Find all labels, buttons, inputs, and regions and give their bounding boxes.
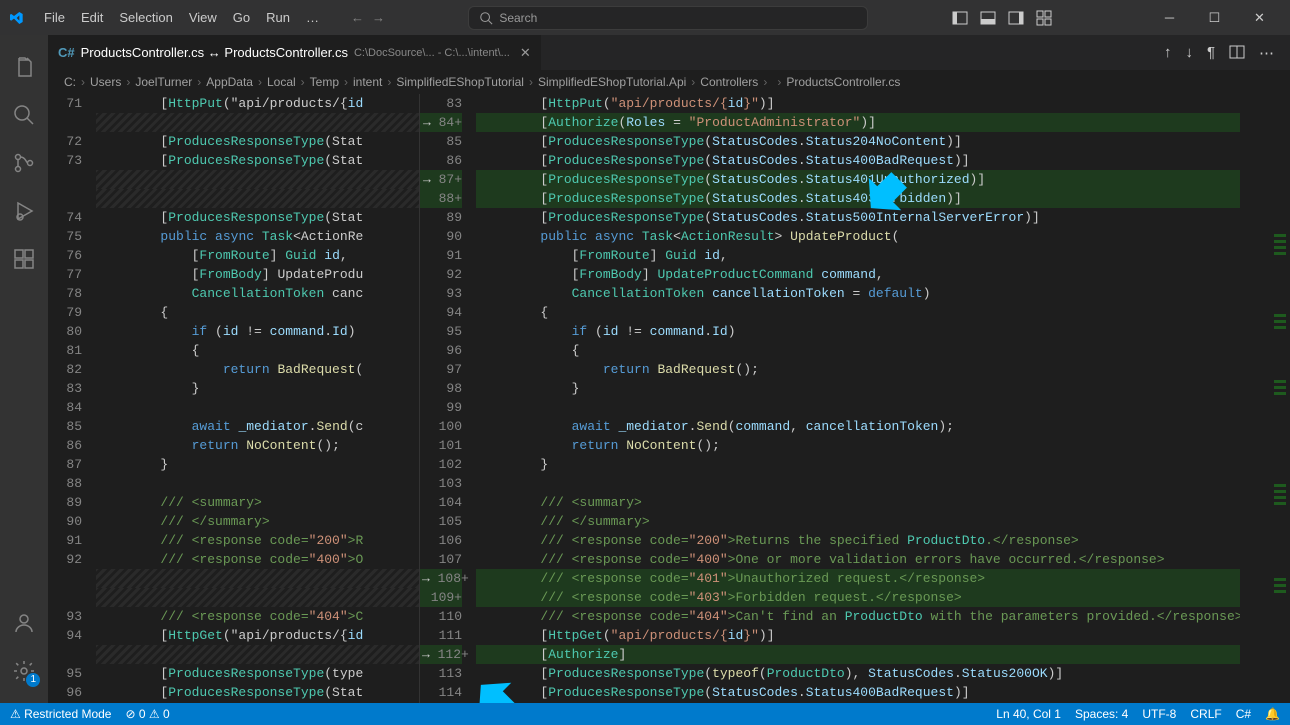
menu-…[interactable]: … [298, 6, 327, 29]
layout-icons [952, 10, 1052, 26]
layout-panel-bottom-icon[interactable] [980, 10, 996, 26]
next-change-icon[interactable]: ↓ [1185, 44, 1193, 62]
split-editor-icon[interactable] [1229, 44, 1245, 62]
whitespace-icon[interactable]: ¶ [1207, 44, 1215, 62]
tab-actions: ↑ ↓ ¶ ⋯ [1164, 44, 1290, 62]
code-right[interactable]: [HttpPut("api/products/{id}")] [Authoriz… [476, 94, 1240, 703]
accounts-icon[interactable] [0, 599, 48, 647]
search-activity-icon[interactable] [0, 91, 48, 139]
menu-run[interactable]: Run [258, 6, 298, 29]
window-controls: ─ ☐ ✕ [1147, 0, 1282, 35]
csharp-file-icon: C# [58, 45, 75, 60]
nav-back-icon[interactable]: ← [351, 10, 364, 25]
vscode-icon [8, 10, 24, 26]
indent-status[interactable]: Spaces: 4 [1075, 707, 1128, 721]
tab-close-icon[interactable]: ✕ [520, 45, 531, 61]
problems-count[interactable]: ⊘ 0 ⚠ 0 [125, 707, 169, 721]
explorer-icon[interactable] [0, 43, 48, 91]
statusbar: ⚠ Restricted Mode ⊘ 0 ⚠ 0 Ln 40, Col 1 S… [0, 703, 1290, 725]
breadcrumbs[interactable]: C:›Users›JoelTurner›AppData›Local›Temp›i… [48, 70, 1290, 94]
layout-sidebar-left-icon[interactable] [952, 10, 968, 26]
editor-split: 71 7273 74757677787980818283848586878889… [48, 94, 1290, 703]
activity-bottom: 1 [0, 599, 48, 695]
layout-customize-icon[interactable] [1036, 10, 1052, 26]
activity-bar: 1 [0, 35, 48, 703]
menu-file[interactable]: File [36, 6, 73, 29]
encoding-status[interactable]: UTF-8 [1142, 707, 1176, 721]
diff-left-pane[interactable]: 71 7273 74757677787980818283848586878889… [48, 94, 420, 703]
search-box[interactable]: Search [468, 6, 868, 30]
menu-view[interactable]: View [181, 6, 225, 29]
gutter-right: 83→ 84+8586→ 87+88+899091929394959697989… [420, 94, 476, 703]
tab-diff[interactable]: C# ProductsController.cs ↔ ProductsContr… [48, 35, 542, 70]
menu-go[interactable]: Go [225, 6, 258, 29]
minimap[interactable] [1240, 94, 1290, 703]
prev-change-icon[interactable]: ↑ [1164, 44, 1172, 62]
search-icon [479, 11, 493, 25]
tab-title: ProductsController.cs ↔ ProductsControll… [81, 45, 348, 60]
gutter-left: 71 7273 74757677787980818283848586878889… [48, 94, 96, 703]
close-button[interactable]: ✕ [1237, 0, 1282, 35]
source-control-icon[interactable] [0, 139, 48, 187]
menu-selection[interactable]: Selection [111, 6, 180, 29]
titlebar: FileEditSelectionViewGoRun… ← → Search ─… [0, 0, 1290, 35]
search-placeholder: Search [499, 11, 537, 25]
tab-bar: C# ProductsController.cs ↔ ProductsContr… [48, 35, 1290, 70]
editor-area: C# ProductsController.cs ↔ ProductsContr… [48, 35, 1290, 703]
notifications-icon[interactable]: 🔔 [1265, 707, 1280, 721]
menu-edit[interactable]: Edit [73, 6, 111, 29]
more-actions-icon[interactable]: ⋯ [1259, 44, 1274, 62]
minimize-button[interactable]: ─ [1147, 0, 1192, 35]
extensions-icon[interactable] [0, 235, 48, 283]
settings-icon[interactable]: 1 [0, 647, 48, 695]
nav-arrows: ← → [351, 10, 385, 25]
eol-status[interactable]: CRLF [1190, 707, 1221, 721]
diff-right-pane[interactable]: 83→ 84+8586→ 87+88+899091929394959697989… [420, 94, 1290, 703]
nav-forward-icon[interactable]: → [372, 10, 385, 25]
body: 1 C# ProductsController.cs ↔ ProductsCon… [0, 35, 1290, 703]
menu-bar: FileEditSelectionViewGoRun… [36, 10, 327, 25]
code-left[interactable]: [HttpPut("api/products/{id [ProducesResp… [96, 94, 419, 703]
run-debug-icon[interactable] [0, 187, 48, 235]
restricted-mode[interactable]: ⚠ Restricted Mode [10, 707, 111, 721]
tab-detail: C:\DocSource\... - C:\...\intent\... [354, 47, 510, 59]
cursor-position[interactable]: Ln 40, Col 1 [996, 707, 1061, 721]
maximize-button[interactable]: ☐ [1192, 0, 1237, 35]
layout-sidebar-right-icon[interactable] [1008, 10, 1024, 26]
language-status[interactable]: C# [1236, 707, 1251, 721]
